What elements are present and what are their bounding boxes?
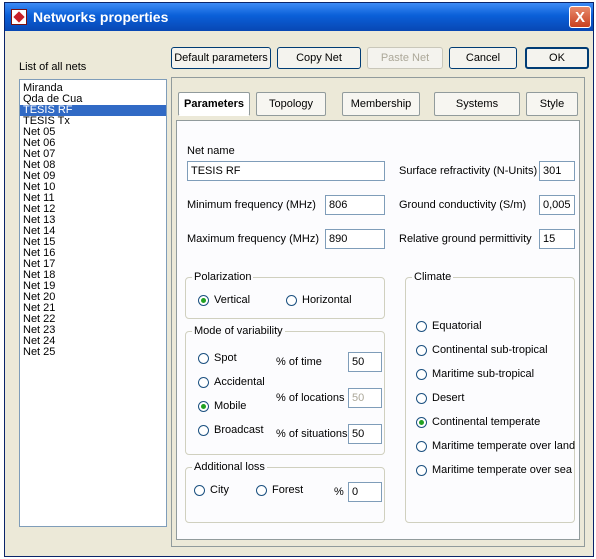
radio-city[interactable]: City bbox=[194, 484, 229, 496]
tab-style[interactable]: Style bbox=[526, 92, 578, 116]
cancel-button[interactable]: Cancel bbox=[449, 47, 517, 69]
tab-membership[interactable]: Membership bbox=[342, 92, 420, 116]
min-frequency-label: Minimum frequency (MHz) bbox=[187, 199, 316, 211]
variability-title: Mode of variability bbox=[192, 325, 285, 337]
time-label: % of time bbox=[276, 356, 322, 368]
radio-vertical[interactable]: Vertical bbox=[198, 294, 250, 306]
radio-maritime-temperate-land[interactable]: Maritime temperate over land bbox=[416, 440, 575, 452]
radio-mobile[interactable]: Mobile bbox=[198, 400, 246, 412]
radio-continental-subtropical[interactable]: Continental sub-tropical bbox=[416, 344, 548, 356]
polarization-group: Polarization Vertical Horizontal bbox=[185, 271, 385, 319]
polarization-title: Polarization bbox=[192, 271, 254, 283]
window-title: Networks properties bbox=[33, 9, 169, 25]
copy-net-button[interactable]: Copy Net bbox=[277, 47, 361, 69]
ground-permittivity-label: Relative ground permittivity bbox=[399, 233, 532, 245]
climate-title: Climate bbox=[412, 271, 454, 283]
ground-permittivity-field[interactable]: 15 bbox=[539, 229, 575, 249]
radio-maritime-temperate-sea[interactable]: Maritime temperate over sea bbox=[416, 464, 572, 476]
ok-button[interactable]: OK bbox=[525, 47, 589, 69]
additional-loss-title: Additional loss bbox=[192, 461, 267, 473]
radio-accidental[interactable]: Accidental bbox=[198, 376, 265, 388]
close-button[interactable]: X bbox=[569, 6, 591, 28]
max-frequency-label: Maximum frequency (MHz) bbox=[187, 233, 320, 245]
radio-spot[interactable]: Spot bbox=[198, 352, 237, 364]
ground-conductivity-field[interactable]: 0,005 bbox=[539, 195, 575, 215]
ground-conductivity-label: Ground conductivity (S/m) bbox=[399, 199, 527, 211]
radio-forest[interactable]: Forest bbox=[256, 484, 303, 496]
net-name-label: Net name bbox=[187, 145, 235, 157]
tab-topology[interactable]: Topology bbox=[256, 92, 326, 116]
default-parameters-button[interactable]: Default parameters bbox=[171, 47, 271, 69]
parameters-tab-content: Net name TESIS RF Minimum frequency (MHz… bbox=[176, 120, 580, 540]
locations-label: % of locations bbox=[276, 392, 345, 404]
net-list-item[interactable]: Net 25 bbox=[20, 347, 166, 358]
loss-percent-field[interactable]: 0 bbox=[348, 482, 382, 502]
paste-net-button[interactable]: Paste Net bbox=[367, 47, 443, 69]
tab-parameters[interactable]: Parameters bbox=[178, 92, 250, 116]
surface-refractivity-label: Surface refractivity (N-Units) bbox=[399, 165, 538, 177]
variability-group: Mode of variability Spot Accidental Mobi… bbox=[185, 325, 385, 455]
loss-percent-label: % bbox=[334, 486, 344, 498]
situations-label: % of situations bbox=[276, 428, 348, 440]
radio-equatorial[interactable]: Equatorial bbox=[416, 320, 482, 332]
additional-loss-group: Additional loss City Forest % 0 bbox=[185, 461, 385, 523]
climate-group: Climate Equatorial Continental sub-tropi… bbox=[405, 271, 575, 523]
tab-systems[interactable]: Systems bbox=[434, 92, 520, 116]
title-bar[interactable]: Networks properties X bbox=[5, 3, 593, 31]
max-frequency-field[interactable]: 890 bbox=[325, 229, 385, 249]
radio-broadcast[interactable]: Broadcast bbox=[198, 424, 264, 436]
radio-continental-temperate[interactable]: Continental temperate bbox=[416, 416, 540, 428]
app-icon bbox=[11, 9, 27, 25]
net-name-field[interactable]: TESIS RF bbox=[187, 161, 385, 181]
properties-panel: Parameters Topology Membership Systems S… bbox=[171, 77, 585, 547]
radio-horizontal[interactable]: Horizontal bbox=[286, 294, 352, 306]
locations-field[interactable]: 50 bbox=[348, 388, 382, 408]
min-frequency-field[interactable]: 806 bbox=[325, 195, 385, 215]
net-list[interactable]: Miranda Qda de Cua TESIS RF TESIS Tx Net 05 N… bbox=[19, 79, 167, 527]
time-field[interactable]: 50 bbox=[348, 352, 382, 372]
situations-field[interactable]: 50 bbox=[348, 424, 382, 444]
radio-desert[interactable]: Desert bbox=[416, 392, 464, 404]
surface-refractivity-field[interactable]: 301 bbox=[539, 161, 575, 181]
radio-maritime-subtropical[interactable]: Maritime sub-tropical bbox=[416, 368, 534, 380]
net-list-label: List of all nets bbox=[19, 61, 87, 73]
networks-properties-window: Networks properties X List of all nets M… bbox=[4, 2, 594, 557]
